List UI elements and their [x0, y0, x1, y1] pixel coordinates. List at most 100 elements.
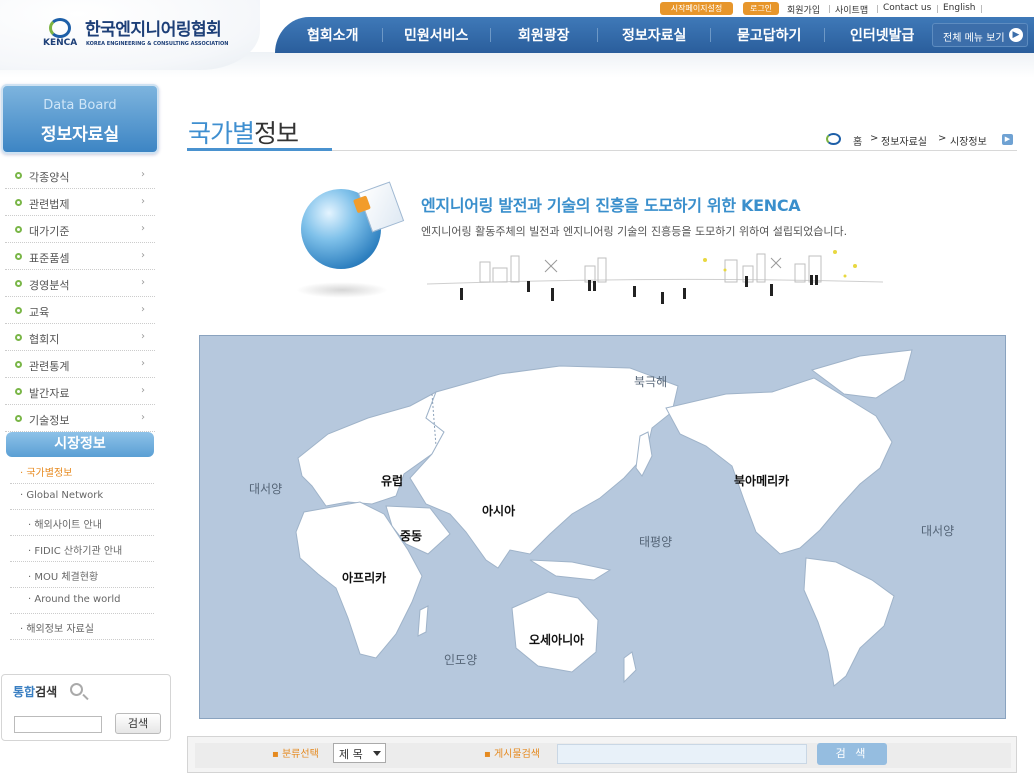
sidebar-item-standard-estimate[interactable]: 표준품셈 › [5, 243, 155, 270]
label-pacific-ocean: 태평양 [639, 535, 673, 549]
submenu-country-info[interactable]: · 국가별정보 [10, 458, 154, 484]
english-link[interactable]: English [943, 3, 976, 13]
chevron-right-icon: › [141, 169, 145, 180]
world-map[interactable]: 북극해 대서양 태평양 대서양 인도양 유럽 아시아 중동 아프리카 북아메리카… [199, 335, 1006, 719]
start-page-button[interactable]: 시작페이지설정 [660, 2, 733, 15]
chevron-right-icon: › [141, 358, 145, 369]
bullet-icon: ▪ [272, 749, 282, 760]
sidebar-item-management-analysis[interactable]: 경영분석 › [5, 270, 155, 297]
logo[interactable]: KENCA 한국엔지니어링협회 KOREA ENGINEERING & CONS… [0, 0, 260, 70]
continent-asia-link[interactable]: 아시아 [482, 502, 515, 519]
chevron-right-icon: › [141, 223, 145, 234]
sidebar-item-tech-info[interactable]: 기술정보 › [5, 405, 155, 432]
login-button[interactable]: 로그인 [743, 2, 779, 15]
banner-title: 엔지니어링 발전과 기술의 진흥을 도모하기 위한 KENCA [421, 196, 801, 215]
sidebar-item-fee-standard[interactable]: 대가기준 › [5, 216, 155, 243]
breadcrumb-section[interactable]: 정보자료실 [881, 133, 927, 148]
sidebar-item-statistics[interactable]: 관련통계 › [5, 351, 155, 378]
continent-oceania-link[interactable]: 오세아니아 [529, 631, 584, 648]
sidebar-item-label: 기술정보 [29, 414, 70, 427]
sidebar-item-label: 표준품셈 [29, 252, 70, 265]
submenu-overseas-sites[interactable]: · 해외사이트 안내 [10, 510, 154, 536]
city-skyline-illustration [426, 250, 884, 304]
bullet-icon [15, 253, 22, 260]
nav-data-room[interactable]: 정보자료실 [622, 25, 686, 45]
search-title-dark: 검색 [35, 685, 58, 699]
nav-divider [824, 28, 825, 42]
category-select[interactable]: 제 목 [333, 743, 386, 763]
page-title: 국가별정보 [188, 114, 299, 150]
chevron-right-icon: › [141, 250, 145, 261]
logo-mark-icon [49, 18, 71, 38]
chevron-right-icon: › [141, 304, 145, 315]
nav-internet-issue[interactable]: 인터넷발급 [850, 25, 914, 45]
continent-europe-link[interactable]: 유럽 [381, 472, 403, 489]
chevron-right-icon: › [141, 331, 145, 342]
sidebar-title: 정보자료실 [40, 125, 120, 145]
all-menu-button[interactable]: 전체 메뉴 보기 ▶ [932, 23, 1028, 47]
contact-link[interactable]: Contact us [883, 3, 931, 13]
chevron-right-icon: › [141, 385, 145, 396]
sidebar-item-forms[interactable]: 각종양식 › [5, 162, 155, 189]
board-search-label-text: 게시물검색 [493, 749, 540, 760]
nav-divider [382, 28, 383, 42]
search-button[interactable]: 검색 [115, 713, 161, 734]
board-search-input[interactable] [557, 744, 807, 764]
continent-middle-east-link[interactable]: 중동 [400, 527, 422, 544]
arrow-right-icon: ▶ [1009, 28, 1023, 42]
sidebar-item-market-info[interactable]: 시장정보 [6, 432, 154, 457]
nav-qna[interactable]: 묻고답하기 [737, 25, 801, 45]
logo-kenca: KENCA [43, 38, 78, 48]
indonesia-land [529, 559, 612, 581]
join-link[interactable]: 회원가입 [787, 3, 820, 16]
logo-english-name: KOREA ENGINEERING & CONSULTING ASSOCIATI… [86, 41, 229, 47]
sidebar-item-journal[interactable]: 협회지 › [5, 324, 155, 351]
breadcrumb-separator: > [870, 133, 879, 144]
breadcrumb-home[interactable]: 홈 [853, 133, 862, 148]
search-input[interactable] [14, 716, 102, 733]
label-indian-ocean: 인도양 [444, 653, 478, 667]
north-america-land [665, 377, 893, 555]
submenu-global-network[interactable]: · Global Network [10, 484, 154, 510]
submenu-overseas-archive[interactable]: · 해외정보 자료실 [10, 614, 154, 640]
bullet-icon [15, 172, 22, 179]
nav-civil-service[interactable]: 민원서비스 [404, 25, 468, 45]
submenu-around-the-world[interactable]: · Around the world [10, 588, 154, 614]
sidebar-item-label: 협회지 [29, 333, 60, 346]
continent-africa-link[interactable]: 아프리카 [342, 569, 386, 586]
submenu-mou-status[interactable]: · MOU 체결현황 [10, 562, 154, 588]
nav-member-plaza[interactable]: 회원광장 [518, 25, 570, 45]
bullet-icon [15, 361, 22, 368]
chevron-right-icon: › [141, 277, 145, 288]
category-label-text: 분류선택 [281, 749, 319, 760]
all-menu-label: 전체 메뉴 보기 [943, 33, 1005, 44]
bullet-icon [15, 199, 22, 206]
page-title-rest: 정보 [254, 119, 299, 148]
banner-description: 엔지니어링 활동주체의 빌전과 엔지니어링 기술의 진흥등을 도모하기 위하여 … [421, 225, 848, 238]
sidebar-menu: 각종양식 › 관련법제 › 대가기준 › 표준품셈 › 경영분석 › 교육 › 협회지 › 관… [5, 162, 155, 432]
util-divider [937, 5, 938, 13]
sidebar-item-label: 각종양식 [29, 171, 70, 184]
nav-about[interactable]: 협회소개 [307, 25, 359, 45]
bullet-icon [15, 226, 22, 233]
bullet-icon [15, 307, 22, 314]
bullet-icon [15, 280, 22, 287]
title-underline [187, 148, 332, 151]
sidebar-title-box: Data Board 정보자료실 [1, 84, 159, 154]
chevron-right-icon: › [141, 412, 145, 423]
sidebar-item-education[interactable]: 교육 › [5, 297, 155, 324]
new-zealand-land [623, 651, 637, 684]
submenu-fidic-members[interactable]: · FIDIC 산하기관 안내 [10, 536, 154, 562]
integrated-search-box: 통합검색 검색 [1, 674, 171, 741]
breadcrumb-current: 시장정보 [950, 137, 987, 148]
nav-divider [490, 28, 491, 42]
sitemap-link[interactable]: 사이트맵 [835, 3, 868, 16]
board-search-button[interactable]: 검 색 [817, 743, 887, 765]
label-arctic-ocean: 북극해 [634, 375, 668, 389]
sidebar-item-publications[interactable]: 발간자료 › [5, 378, 155, 405]
nav-divider [710, 28, 711, 42]
sidebar-item-label: 관련통계 [29, 360, 70, 373]
board-search-label: ▪ 게시물검색 [484, 745, 540, 760]
sidebar-item-laws[interactable]: 관련법제 › [5, 189, 155, 216]
continent-north-america-link[interactable]: 북아메리카 [734, 472, 789, 489]
